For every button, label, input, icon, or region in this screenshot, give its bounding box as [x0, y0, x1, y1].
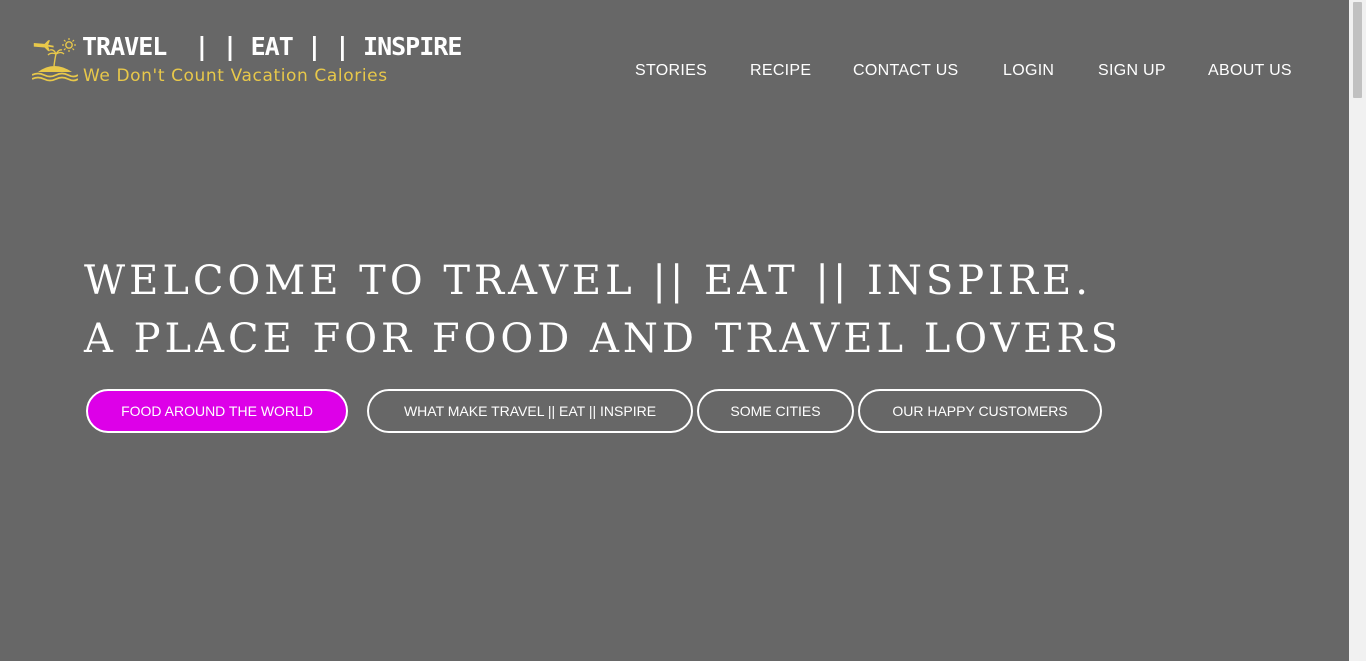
hero-heading-line-2: A PLACE FOR FOOD AND TRAVEL LOVERS — [84, 316, 1122, 362]
some-cities-button[interactable]: SOME CITIES — [697, 389, 854, 433]
nav-sign-up[interactable]: SIGN UP — [1098, 62, 1166, 80]
logo-title: TRAVEL | | EAT | | INSPIRE — [82, 32, 462, 61]
food-around-the-world-button[interactable]: FOOD AROUND THE WORLD — [86, 389, 348, 433]
nav-stories[interactable]: STORIES — [635, 62, 707, 80]
nav-recipe[interactable]: RECIPE — [750, 62, 811, 80]
our-happy-customers-button[interactable]: OUR HAPPY CUSTOMERS — [858, 389, 1102, 433]
plane-sun-island-icon — [32, 38, 78, 82]
nav-login[interactable]: LOGIN — [1003, 62, 1054, 80]
page: TRAVEL | | EAT | | INSPIRE We Don't Coun… — [0, 0, 1366, 661]
vertical-scrollbar[interactable] — [1349, 0, 1366, 661]
what-make-travel-eat-inspire-button[interactable]: WHAT MAKE TRAVEL || EAT || INSPIRE — [367, 389, 693, 433]
logo-tagline: We Don't Count Vacation Calories — [83, 66, 388, 86]
scrollbar-thumb[interactable] — [1353, 2, 1362, 98]
nav-about-us[interactable]: ABOUT US — [1208, 62, 1292, 80]
nav-contact-us[interactable]: CONTACT US — [853, 62, 959, 80]
hero-heading-line-1: WELCOME TO TRAVEL || EAT || INSPIRE. — [84, 258, 1092, 304]
site-logo[interactable]: TRAVEL | | EAT | | INSPIRE We Don't Coun… — [32, 32, 462, 92]
